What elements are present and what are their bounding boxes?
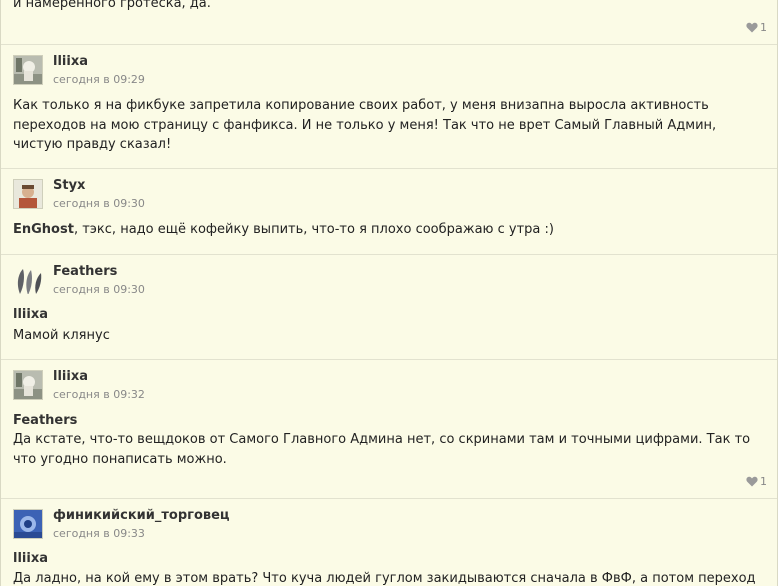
like-count: 1	[760, 475, 767, 488]
like-button[interactable]: 1	[746, 475, 767, 488]
avatar[interactable]	[13, 509, 43, 539]
comment-feed: и намеренного гротеска, да. 1 lliixa сег…	[0, 0, 778, 586]
timestamp[interactable]: сегодня в 09:30	[53, 283, 145, 296]
like-button[interactable]: 1	[746, 21, 767, 34]
avatar[interactable]	[13, 55, 43, 85]
comment-item: финикийский_торговец сегодня в 09:33 lli…	[1, 499, 777, 586]
timestamp[interactable]: сегодня в 09:29	[53, 73, 145, 86]
mention-link[interactable]: lliixa	[13, 551, 48, 566]
timestamp[interactable]: сегодня в 09:30	[53, 197, 145, 210]
username[interactable]: lliixa	[53, 54, 88, 69]
comment-text: EnGhost, тэкс, надо ещё кофейку выпить, …	[13, 220, 755, 240]
heart-icon	[746, 22, 758, 33]
avatar[interactable]	[13, 265, 43, 295]
comment-text: Как только я на фикбуке запретила копиро…	[13, 98, 717, 152]
comment-text: Да ладно, на кой ему в этом врать? Что к…	[13, 571, 755, 586]
comment-text: Да кстате, что-то вещдоков от Самого Гла…	[13, 432, 751, 467]
username[interactable]: Styx	[53, 178, 85, 193]
timestamp[interactable]: сегодня в 09:33	[53, 527, 145, 540]
like-count: 1	[760, 21, 767, 34]
comment-text: Мамой клянус	[13, 328, 110, 343]
timestamp[interactable]: сегодня в 09:32	[53, 388, 145, 401]
comment-body: , тэкс, надо ещё кофейку выпить, что-то …	[73, 222, 554, 237]
username[interactable]: финикийский_торговец	[53, 508, 230, 523]
avatar[interactable]	[13, 370, 43, 400]
comment-item: lliixa сегодня в 09:29 Как только я на ф…	[1, 45, 777, 169]
avatar[interactable]	[13, 179, 43, 209]
heart-icon	[746, 476, 758, 487]
comment-item: и намеренного гротеска, да. 1	[1, 0, 777, 45]
mention-link[interactable]: lliixa	[13, 307, 48, 322]
username[interactable]: lliixa	[53, 369, 88, 384]
username[interactable]: Feathers	[53, 264, 117, 279]
comment-item: Styx сегодня в 09:30 EnGhost, тэкс, надо…	[1, 169, 777, 255]
comment-item: lliixa сегодня в 09:32 Feathers Да кстат…	[1, 360, 777, 499]
mention-link[interactable]: Feathers	[13, 413, 77, 428]
comment-item: Feathers сегодня в 09:30 lliixa Мамой кл…	[1, 255, 777, 360]
comment-text: и намеренного гротеска, да.	[13, 0, 211, 11]
mention-link[interactable]: EnGhost	[13, 222, 74, 237]
